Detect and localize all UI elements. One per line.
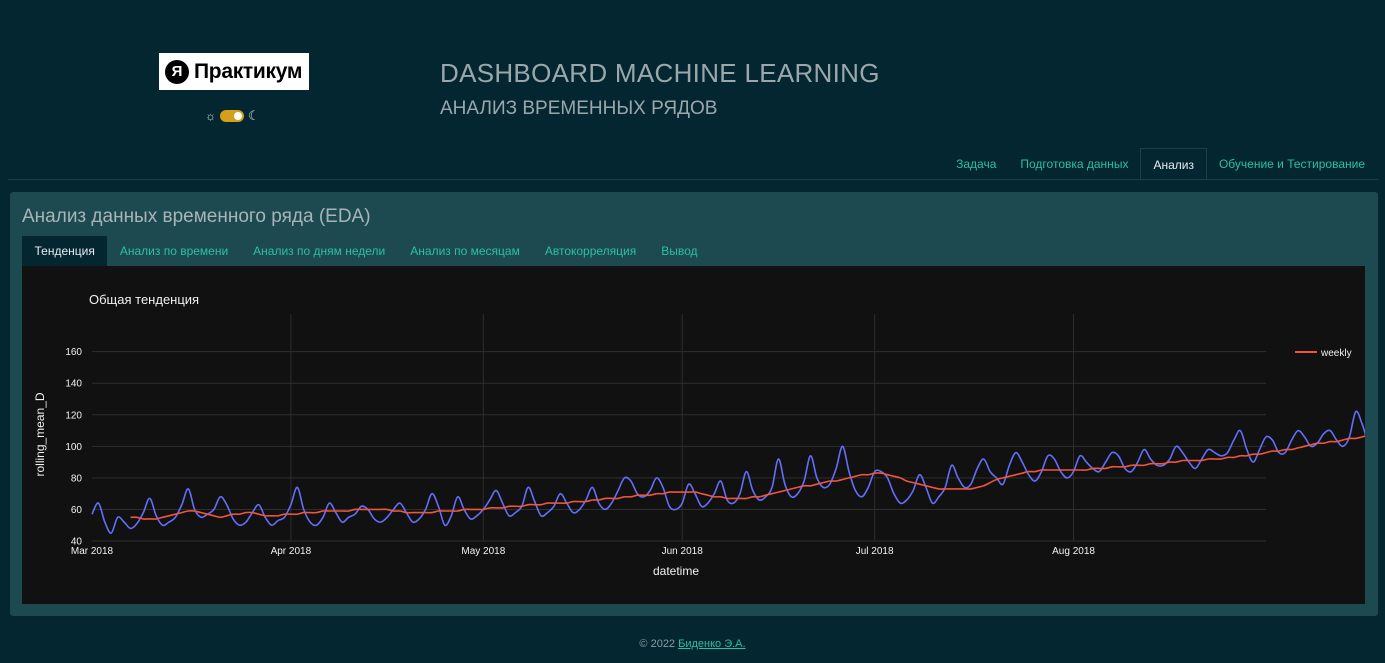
eda-card: Анализ данных временного ряда (EDA) Тенд… <box>10 192 1378 616</box>
y-tick-label: 140 <box>65 379 82 390</box>
y-tick-label: 160 <box>65 347 82 358</box>
x-tick-label: Jun 2018 <box>662 546 704 557</box>
footer: © 2022 Биденко Э.А. <box>0 638 1385 650</box>
trend-chart[interactable]: 40 60 80 100 120 140 160 Mar 2018 Apr 2018 May 20… <box>22 266 1365 604</box>
y-tick-label: 60 <box>71 505 83 516</box>
weekly-line <box>130 435 1365 520</box>
header: Я Практикум ☼ ☾ DASHBOARD MACHINE LEARNI… <box>0 0 1385 150</box>
y-tick-label: 100 <box>65 442 82 453</box>
copyright-text: © 2022 <box>639 638 676 650</box>
chart-title: Общая тенденция <box>89 292 199 307</box>
tab-training-testing[interactable]: Обучение и Тестирование <box>1207 148 1377 180</box>
tab-data-preparation[interactable]: Подготовка данных <box>1008 148 1140 180</box>
header-divider <box>8 179 1378 180</box>
x-tick-label: May 2018 <box>461 546 505 557</box>
sun-icon: ☼ <box>205 109 216 123</box>
x-axis-title: datetime <box>653 564 699 578</box>
tab-monthly-analysis[interactable]: Анализ по месяцам <box>398 236 533 266</box>
y-axis-title: rolling_mean_D <box>33 392 47 476</box>
theme-switch[interactable] <box>220 110 244 122</box>
tab-time-analysis[interactable]: Анализ по времени <box>107 236 240 266</box>
tab-conclusion[interactable]: Вывод <box>649 236 710 266</box>
x-tick-label: Mar 2018 <box>71 546 114 557</box>
eda-tabs: Тенденция Анализ по времени Анализ по дн… <box>22 236 710 266</box>
y-tick-label: 80 <box>71 473 83 484</box>
daily-line <box>91 410 1365 534</box>
tab-task[interactable]: Задача <box>944 148 1008 180</box>
theme-toggle[interactable]: ☼ ☾ <box>205 108 260 124</box>
app-subtitle: АНАЛИЗ ВРЕМЕННЫХ РЯДОВ <box>440 98 718 119</box>
x-tick-label: Apr 2018 <box>271 546 312 557</box>
tab-trend[interactable]: Тенденция <box>22 236 108 266</box>
x-tick-label: Jul 2018 <box>856 546 894 557</box>
switch-knob <box>234 112 242 120</box>
tab-autocorrelation[interactable]: Автокорреляция <box>532 236 648 266</box>
chart-svg[interactable]: 406080100120140160Mar 2018 Apr 2018 May 20… <box>22 266 1365 604</box>
tab-analysis[interactable]: Анализ <box>1140 148 1207 180</box>
logo-text: Практикум <box>194 59 303 83</box>
legend-weekly-label: weekly <box>1320 348 1352 359</box>
card-title: Анализ данных временного ряда (EDA) <box>22 206 371 227</box>
x-tick-label: Aug 2018 <box>1052 546 1095 557</box>
y-tick-label: 120 <box>65 410 82 421</box>
moon-icon: ☾ <box>248 108 260 123</box>
tab-weekday-analysis[interactable]: Анализ по дням недели <box>241 236 398 266</box>
app-title: DASHBOARD MACHINE LEARNING <box>440 58 880 88</box>
author-link[interactable]: Биденко Э.А. <box>678 638 745 650</box>
logo-mark: Я <box>165 59 189 84</box>
yandex-practicum-logo: Я Практикум <box>159 53 309 90</box>
main-tabs: Задача Подготовка данных Анализ Обучение… <box>944 148 1377 180</box>
